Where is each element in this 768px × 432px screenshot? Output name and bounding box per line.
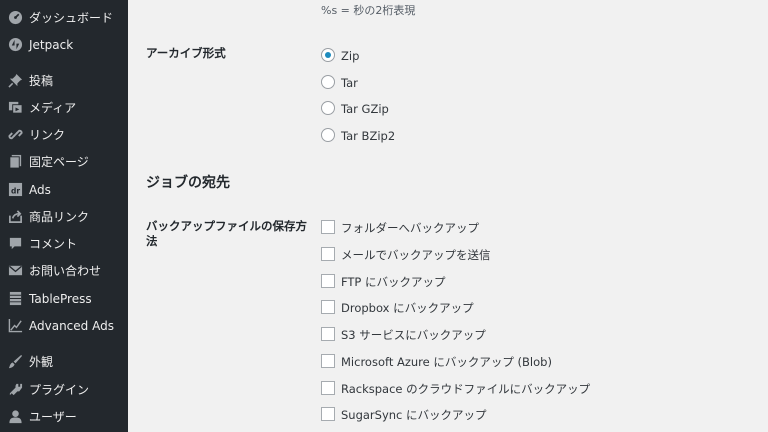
comment-icon (7, 235, 23, 251)
sidebar-item-product-links[interactable]: 商品リンク (0, 204, 128, 230)
pin-icon (7, 72, 23, 88)
sidebar-item-label: メディア (29, 101, 77, 115)
jetpack-icon (7, 36, 23, 52)
sidebar-item-label: リンク (29, 128, 66, 142)
plugin-icon (7, 381, 23, 397)
checkbox[interactable] (321, 381, 335, 395)
ads-icon: dr (7, 181, 23, 197)
option-label: フォルダーへバックアップ (341, 221, 479, 235)
user-icon (7, 408, 23, 424)
option-label: S3 サービスにバックアップ (341, 328, 486, 342)
sidebar-item-tablepress[interactable]: TablePress (0, 286, 128, 312)
brush-icon (7, 353, 23, 369)
option-label: Tar BZip2 (341, 129, 396, 143)
share-icon (7, 208, 23, 224)
option-label: Dropbox にバックアップ (341, 301, 474, 315)
sidebar-item-label: お問い合わせ (29, 264, 102, 278)
sidebar-item-label: ダッシュボード (29, 11, 114, 25)
sidebar-item-label: プラグイン (29, 383, 90, 397)
checkbox[interactable] (321, 274, 335, 288)
checkbox[interactable] (321, 247, 335, 261)
chart-icon (7, 317, 23, 333)
sidebar-item-label: 投稿 (29, 74, 54, 88)
radio-button[interactable] (321, 101, 335, 115)
checkbox[interactable] (321, 220, 335, 234)
dashboard-icon (7, 9, 23, 25)
option-label: メールでバックアップを送信 (341, 248, 491, 262)
sidebar-item-label: Ads (29, 183, 51, 197)
checkbox[interactable] (321, 407, 335, 421)
option-label: Zip (341, 49, 360, 63)
radio-button-selected[interactable] (321, 48, 335, 62)
option-label: Tar GZip (341, 102, 389, 116)
sidebar-item-users[interactable]: ユーザー (0, 404, 128, 430)
sidebar-item-label: 固定ページ (29, 155, 89, 169)
media-icon (7, 99, 23, 115)
table-icon (7, 290, 23, 306)
sidebar-item-label: 商品リンク (29, 210, 90, 224)
option-label: Tar (341, 76, 358, 90)
checkbox[interactable] (321, 354, 335, 368)
page-icon (7, 153, 23, 169)
sidebar-item-label: Advanced Ads (29, 319, 114, 333)
backup-destination-label: バックアップファイルの保存方 (146, 219, 307, 233)
svg-text:dr: dr (10, 186, 19, 195)
option-label: Microsoft Azure にバックアップ (Blob) (341, 355, 552, 369)
backup-destination-label-cont: 法 (146, 234, 158, 248)
option-label: FTP にバックアップ (341, 275, 446, 289)
link-icon (7, 126, 23, 142)
option-label: Rackspace のクラウドファイルにバックアップ (341, 382, 591, 396)
checkbox[interactable] (321, 300, 335, 314)
option-label: SugarSync にバックアップ (341, 408, 487, 422)
admin-sidebar: ダッシュボード Jetpack 投稿 メディア リンク 固定ページ dr Ads… (0, 0, 128, 432)
sidebar-item-posts[interactable]: 投稿 (0, 68, 128, 94)
sidebar-item-label: 外観 (29, 355, 54, 369)
sidebar-item-jetpack[interactable]: Jetpack (0, 32, 128, 58)
sidebar-item-appearance[interactable]: 外観 (0, 349, 128, 375)
sidebar-item-dashboard[interactable]: ダッシュボード (0, 5, 128, 31)
settings-content: %s = 秒の2桁表現 アーカイブ形式 Zip Tar Tar GZip Tar… (128, 0, 768, 432)
sidebar-item-comments[interactable]: コメント (0, 231, 128, 257)
sidebar-item-label: TablePress (29, 292, 92, 306)
sidebar-item-plugins[interactable]: プラグイン (0, 377, 128, 403)
mail-icon (7, 262, 23, 278)
archive-format-label: アーカイブ形式 (146, 46, 226, 60)
sidebar-item-contact[interactable]: お問い合わせ (0, 258, 128, 284)
sidebar-item-pages[interactable]: 固定ページ (0, 149, 128, 175)
checkbox[interactable] (321, 327, 335, 341)
sidebar-item-links[interactable]: リンク (0, 122, 128, 148)
sidebar-item-media[interactable]: メディア (0, 95, 128, 121)
sidebar-item-label: コメント (29, 237, 78, 251)
sidebar-item-label: ユーザー (29, 410, 77, 424)
sidebar-item-label: Jetpack (29, 38, 74, 52)
radio-button[interactable] (321, 128, 335, 142)
seconds-format-hint: %s = 秒の2桁表現 (321, 4, 416, 17)
sidebar-item-ads[interactable]: dr Ads (0, 177, 128, 203)
sidebar-item-advanced-ads[interactable]: Advanced Ads (0, 313, 128, 339)
job-destination-heading: ジョブの宛先 (146, 175, 230, 191)
radio-button[interactable] (321, 75, 335, 89)
